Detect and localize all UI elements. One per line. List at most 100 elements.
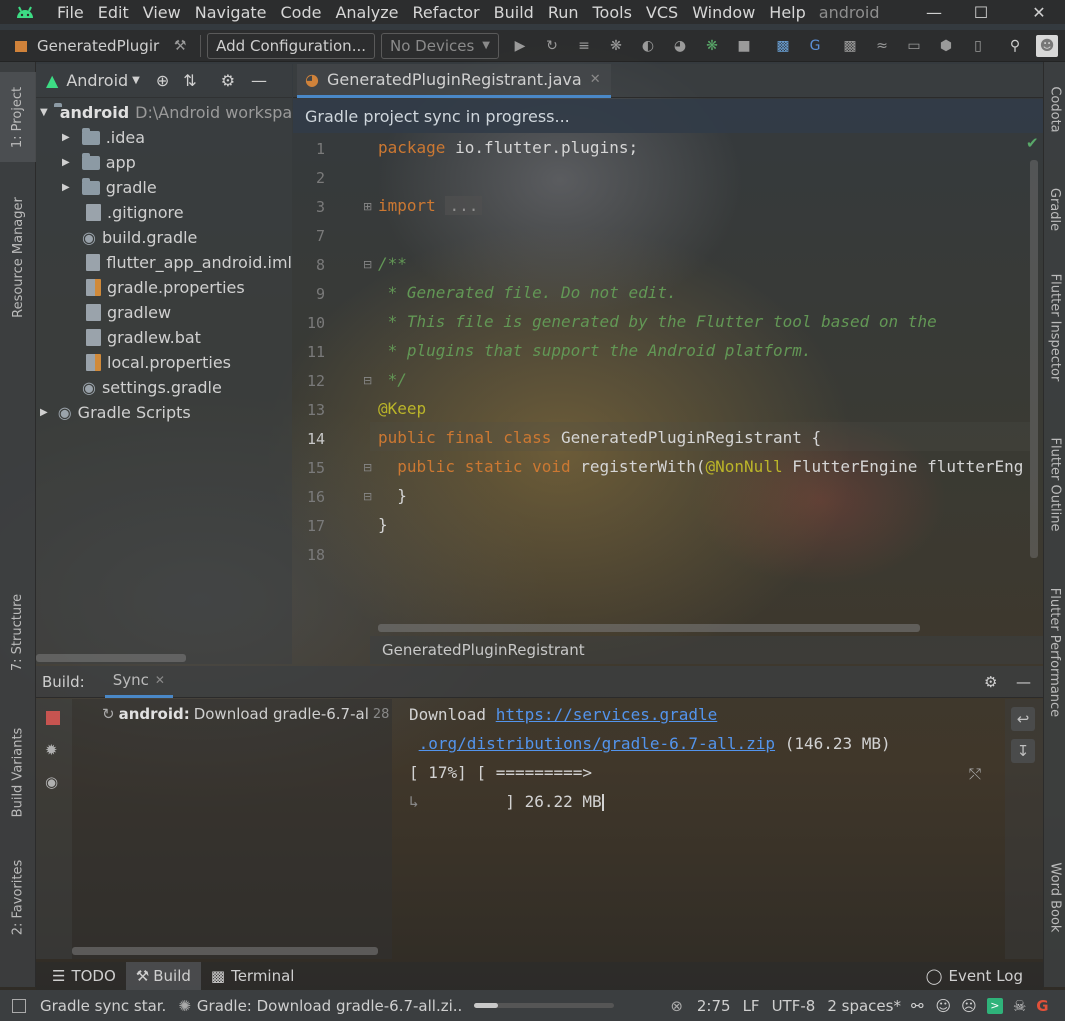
coverage-icon[interactable]: ◐ xyxy=(637,35,659,57)
tree-item-settings-gradle[interactable]: ◉ settings.gradle xyxy=(36,375,292,400)
minimize-icon[interactable]: — xyxy=(912,0,956,24)
build-console[interactable]: Download https://services.gradle .org/di… xyxy=(393,699,1005,959)
tab-sync[interactable]: Sync ✕ xyxy=(104,666,173,698)
device-selector[interactable]: No Devices ▼ xyxy=(381,32,499,59)
tab-flutter-outline[interactable]: Flutter Outline xyxy=(1044,424,1065,544)
menu-code[interactable]: Code xyxy=(274,3,329,22)
tab-event-log[interactable]: ◯ Event Log xyxy=(916,962,1033,990)
menu-edit[interactable]: Edit xyxy=(91,3,136,22)
project-horizontal-scrollbar[interactable] xyxy=(36,654,186,662)
menu-run[interactable]: Run xyxy=(541,3,586,22)
avd-manager-icon[interactable]: ▩ xyxy=(839,35,861,57)
soft-wraps-icon[interactable]: ↩ xyxy=(1011,707,1035,731)
toggle-tool-windows-icon[interactable] xyxy=(12,998,26,1013)
debug-icon[interactable]: ❋ xyxy=(605,35,627,57)
stop-icon[interactable]: ■ xyxy=(733,35,755,57)
search-icon[interactable]: ⚲ xyxy=(1004,35,1026,57)
device-manager-icon[interactable]: ▭ xyxy=(903,35,925,57)
menu-refactor[interactable]: Refactor xyxy=(406,3,487,22)
sync-project-icon[interactable]: ▩ xyxy=(772,35,794,57)
tab-codota[interactable]: Codota xyxy=(1044,74,1065,144)
folded-imports[interactable]: ... xyxy=(445,196,483,215)
menu-file[interactable]: File xyxy=(50,3,91,22)
tree-item-gradlew-bat[interactable]: gradlew.bat xyxy=(36,325,292,350)
pin-icon[interactable]: ✹ xyxy=(45,741,58,759)
project-selector[interactable]: GeneratedPlugir xyxy=(37,37,159,55)
menu-help[interactable]: Help xyxy=(762,3,812,22)
close-icon[interactable]: ✕ xyxy=(155,673,165,687)
sdk-manager-icon[interactable]: ⬢ xyxy=(935,35,957,57)
tab-gradle[interactable]: Gradle xyxy=(1044,174,1065,244)
download-link[interactable]: .org/distributions/gradle-6.7-all.zip xyxy=(419,734,775,753)
breadcrumb-item[interactable]: GeneratedPluginRegistrant xyxy=(382,641,585,659)
tab-flutter-performance[interactable]: Flutter Performance xyxy=(1044,577,1065,727)
layout-inspector-icon[interactable]: ▯ xyxy=(967,35,989,57)
attach-debugger-icon[interactable]: ❋ xyxy=(701,35,723,57)
tree-item-gradle-scripts[interactable]: ▶ ◉ Gradle Scripts xyxy=(36,400,292,425)
tab-terminal[interactable]: ▩ Terminal xyxy=(201,962,305,990)
cancel-task-icon[interactable]: ⊗ xyxy=(670,997,683,1015)
apply-code-changes-icon[interactable]: ≡ xyxy=(573,35,595,57)
menu-analyze[interactable]: Analyze xyxy=(328,3,405,22)
background-task[interactable]: Gradle: Download gradle-6.7-all.zi.. xyxy=(191,997,468,1015)
tree-item-gradlew[interactable]: gradlew xyxy=(36,300,292,325)
build-tree-item[interactable]: ↻ android: Download gradle-6.7-al 28 s xyxy=(102,705,390,723)
inspection-ok-icon[interactable]: ✔ xyxy=(1026,134,1039,152)
indent-setting[interactable]: 2 spaces* xyxy=(821,997,907,1015)
chevron-down-icon[interactable]: ▼ xyxy=(132,75,140,86)
gear-icon[interactable]: ⚙ xyxy=(984,673,997,691)
run-icon[interactable]: ▶ xyxy=(509,35,531,57)
tree-item-gradle[interactable]: ▶ gradle xyxy=(36,175,292,200)
gear-icon[interactable]: ⚙ xyxy=(221,71,235,90)
tree-item-build-gradle[interactable]: ◉ build.gradle xyxy=(36,225,292,250)
tree-item-gitignore[interactable]: .gitignore xyxy=(36,200,292,225)
file-encoding[interactable]: UTF-8 xyxy=(766,997,822,1015)
close-icon[interactable]: ✕ xyxy=(590,72,601,87)
avatar-icon[interactable]: ☻ xyxy=(1036,34,1058,57)
editor-tab-generated-plugin-registrant[interactable]: ◕ GeneratedPluginRegistrant.java ✕ xyxy=(297,64,611,98)
line-separator[interactable]: LF xyxy=(737,997,766,1015)
lock-icon[interactable]: ⚯ xyxy=(911,997,924,1015)
tab-project[interactable]: 1: Project xyxy=(0,72,36,162)
status-message[interactable]: Gradle sync star. xyxy=(34,997,172,1015)
stop-icon[interactable] xyxy=(46,711,60,725)
tree-item-local-properties[interactable]: local.properties xyxy=(36,350,292,375)
tab-flutter-inspector[interactable]: Flutter Inspector xyxy=(1044,262,1065,392)
code-editor[interactable]: package io.flutter.plugins; import ... /… xyxy=(370,134,1030,634)
translate-icon[interactable]: G xyxy=(804,35,826,57)
profile-icon[interactable]: ◕ xyxy=(669,35,691,57)
collapse-all-icon[interactable]: ⇅ xyxy=(183,71,196,90)
sad-icon[interactable]: ☹ xyxy=(961,997,977,1015)
tree-item-app[interactable]: ▶ app xyxy=(36,150,292,175)
hide-panel-icon[interactable]: — xyxy=(251,71,267,90)
locate-icon[interactable]: ⊕ xyxy=(156,71,169,90)
tree-item-gradle-properties[interactable]: gradle.properties xyxy=(36,275,292,300)
close-icon[interactable]: ✕ xyxy=(1017,0,1061,24)
editor-vertical-scrollbar[interactable] xyxy=(1030,160,1038,558)
tab-resource-manager[interactable]: Resource Manager xyxy=(0,192,36,322)
maximize-icon[interactable]: ☐ xyxy=(959,0,1003,24)
tab-structure[interactable]: 7: Structure xyxy=(0,582,36,682)
codota-icon[interactable]: > xyxy=(986,997,1003,1014)
tab-build[interactable]: ⚒ Build xyxy=(125,962,201,990)
tab-favorites[interactable]: 2: Favorites xyxy=(0,852,36,942)
menu-build[interactable]: Build xyxy=(487,3,541,22)
menu-view[interactable]: View xyxy=(136,3,188,22)
menu-window[interactable]: Window xyxy=(685,3,762,22)
add-configuration-button[interactable]: Add Configuration... xyxy=(207,32,375,59)
hide-panel-icon[interactable]: — xyxy=(1016,673,1031,691)
hammer-icon[interactable]: ⚒ xyxy=(169,35,191,57)
menu-navigate[interactable]: Navigate xyxy=(188,3,274,22)
smile-icon[interactable]: ☺ xyxy=(936,997,952,1015)
gradle-sync-icon[interactable]: ≈ xyxy=(871,35,893,57)
tree-root-android[interactable]: ▼ android D:\Android workspa xyxy=(36,100,292,125)
caret-position[interactable]: 2:75 xyxy=(691,997,737,1015)
tab-word-book[interactable]: Word Book xyxy=(1044,852,1065,942)
tree-item-iml[interactable]: flutter_app_android.iml xyxy=(36,250,292,275)
tree-item-idea[interactable]: ▶ .idea xyxy=(36,125,292,150)
menu-vcs[interactable]: VCS xyxy=(639,3,685,22)
scroll-to-end-icon[interactable]: ↧ xyxy=(1011,739,1035,763)
eye-icon[interactable]: ◉ xyxy=(45,773,58,791)
download-link[interactable]: https://services.gradle xyxy=(496,705,718,724)
project-view-selector[interactable]: Android xyxy=(66,71,128,90)
